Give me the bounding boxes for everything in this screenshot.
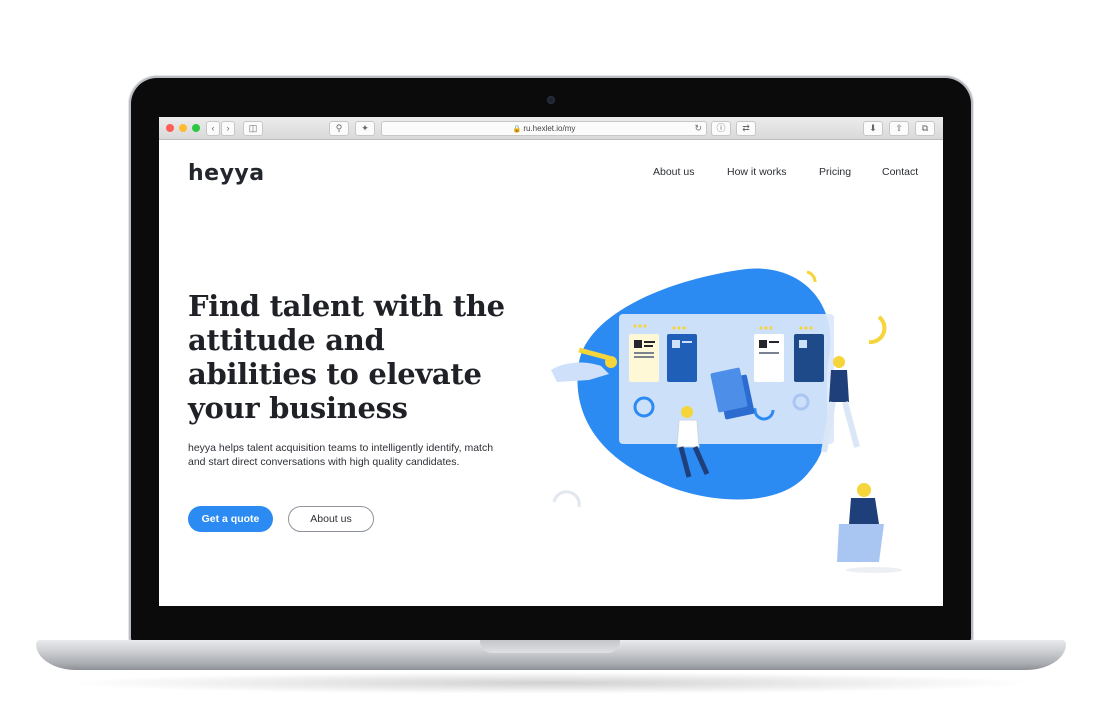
sidebar-icon[interactable]: ◫ xyxy=(243,121,263,136)
forward-icon[interactable]: › xyxy=(221,121,235,136)
shield-icon[interactable]: ⚲ xyxy=(329,121,349,136)
back-icon[interactable]: ‹ xyxy=(206,121,220,136)
download-icon[interactable]: ⬇ xyxy=(863,121,883,136)
extension-icon[interactable]: ✦ xyxy=(355,121,375,136)
profile-card-2 xyxy=(667,334,697,382)
laptop-notch xyxy=(480,640,620,653)
site-logo[interactable]: heyya xyxy=(188,161,265,186)
webcam xyxy=(547,96,555,104)
about-us-button[interactable]: About us xyxy=(288,506,374,532)
profile-card-4 xyxy=(794,334,824,382)
nav-how-it-works[interactable]: How it works xyxy=(727,166,787,178)
profile-card-1 xyxy=(629,334,659,382)
zoom-window-button[interactable] xyxy=(192,124,200,132)
reload-icon[interactable]: ↻ xyxy=(694,122,702,135)
yellow-arc xyxy=(868,315,887,345)
grey-arc xyxy=(552,490,581,508)
share-icon[interactable]: ⇧ xyxy=(889,121,909,136)
close-window-button[interactable] xyxy=(166,124,174,132)
laptop-shadow xyxy=(60,672,1040,694)
lock-icon: 🔒 xyxy=(512,126,522,133)
hero-headline: Find talent with the attitude and abilit… xyxy=(188,289,505,425)
light-arc xyxy=(806,270,817,283)
tabs-icon[interactable]: ⧉ xyxy=(915,121,935,136)
minimize-window-button[interactable] xyxy=(179,124,187,132)
profile-card-3 xyxy=(754,334,784,382)
hero-description: heyya helps talent acquisition teams to … xyxy=(188,442,494,468)
laptop-screen: ‹ › ◫ ⚲ ✦ 🔒 ru.hexlet.io/my ↻ ⓘ ⇄ ⬇ ⇧ ⧉ h… xyxy=(159,117,943,606)
browser-toolbar: ‹ › ◫ ⚲ ✦ 🔒 ru.hexlet.io/my ↻ ⓘ ⇄ ⬇ ⇧ ⧉ xyxy=(159,117,943,140)
password-icon[interactable]: ⓘ xyxy=(711,121,731,136)
nav-about-us[interactable]: About us xyxy=(653,166,694,178)
url-text: ru.hexlet.io/my xyxy=(523,124,576,133)
nav-pricing[interactable]: Pricing xyxy=(819,166,851,178)
translate-icon[interactable]: ⇄ xyxy=(736,121,756,136)
address-bar[interactable]: 🔒 ru.hexlet.io/my ↻ xyxy=(381,121,707,136)
nav-contact[interactable]: Contact xyxy=(882,166,918,178)
hero-illustration xyxy=(551,268,902,573)
get-a-quote-button[interactable]: Get a quote xyxy=(188,506,273,532)
person-sitting-bottom-right xyxy=(837,483,902,573)
